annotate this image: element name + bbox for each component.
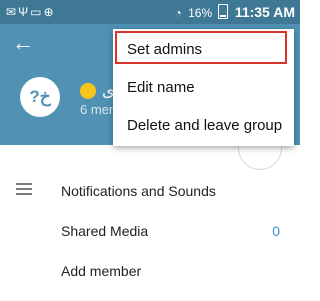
menu-item-label: Delete and leave group [127,117,283,134]
status-icons-right: ◔ 16% 11:35 AM [172,3,295,22]
shared-media-label: Shared Media [61,223,149,239]
wifi-icon: ◔ [174,6,182,20]
overflow-menu: Set admins Edit name Delete and leave gr… [113,29,294,146]
menu-item-label: Edit name [127,79,195,96]
shared-media-count: 0 [272,223,280,239]
notifications-row[interactable]: Notifications and Sounds [0,171,300,211]
status-bar: ✉Ψ▭⊕ ◔ 16% 11:35 AM [0,0,300,24]
back-arrow-icon[interactable]: ← [12,32,34,54]
add-icon: ⊕ [43,5,56,19]
usb-icon: Ψ [18,5,31,19]
add-member-label: Add member [61,263,142,279]
highlight-box [115,31,287,64]
battery-icon [218,4,229,19]
line-icon: ▭ [30,5,44,19]
avatar[interactable]: ?خ [20,77,60,117]
add-member-row[interactable]: Add member [0,251,300,291]
emoji-icon [80,83,96,99]
list-icon [16,183,32,197]
menu-item-delete-leave[interactable]: Delete and leave group [113,107,294,145]
status-icons-left: ✉Ψ▭⊕ [6,3,56,21]
shared-media-row[interactable]: Shared Media 0 [0,211,300,251]
menu-item-edit-name[interactable]: Edit name [113,69,294,107]
group-title: ی [80,81,115,101]
notification-icon: ✉ [6,5,19,19]
battery-percent: 16% [188,6,213,20]
status-time: 11:35 AM [234,4,295,20]
notifications-label: Notifications and Sounds [61,183,216,199]
